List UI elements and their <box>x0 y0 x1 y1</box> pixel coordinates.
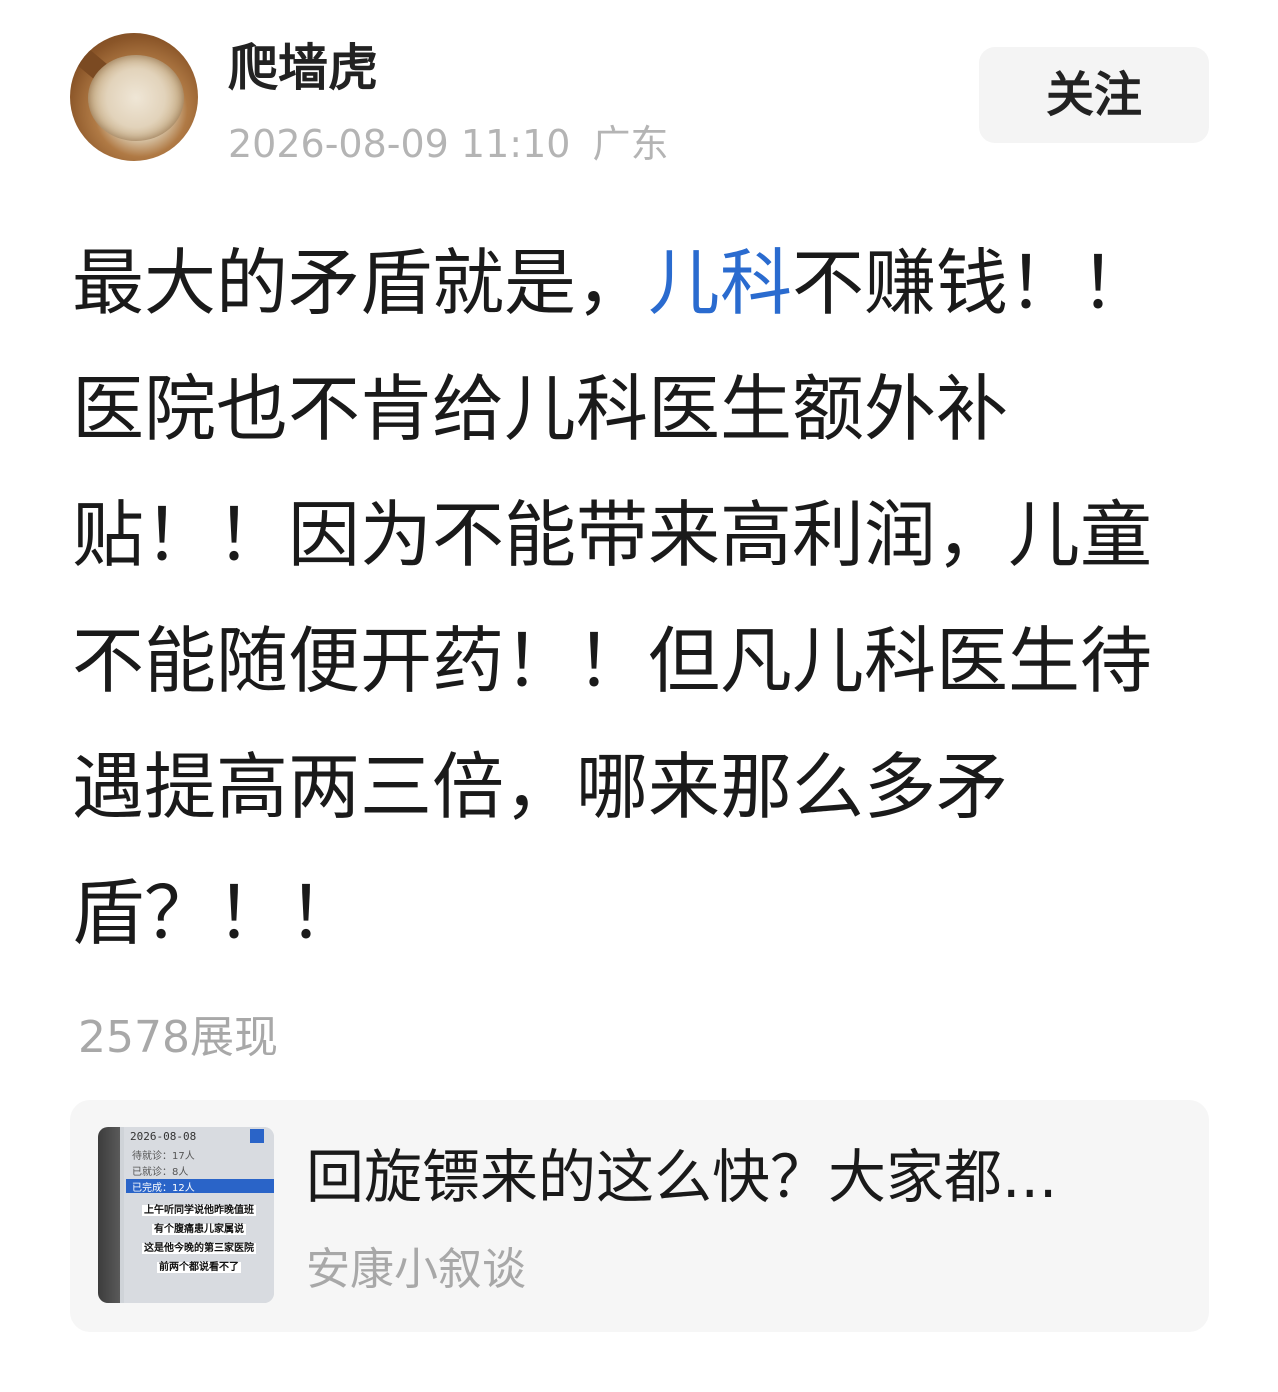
post-text-segment: 不赚钱！！ <box>792 241 1153 325</box>
post-line: 遇提高两三倍，哪来那么多矛 <box>72 745 1009 829</box>
spoon-powder-image <box>88 55 184 141</box>
follow-button[interactable]: 关注 <box>979 47 1209 143</box>
thumbnail-row: 待就诊：17人 <box>132 1151 195 1162</box>
thumbnail-caption-text: 上午听同学说他昨晚值班 <box>142 1205 256 1216</box>
thumbnail-caption-text: 这是他今晚的第三家医院 <box>142 1243 256 1254</box>
thumbnail-caption: 前两个都说看不了 <box>124 1258 274 1273</box>
post-text-segment: 最大的矛盾就是， <box>72 241 649 325</box>
article-thumbnail: 2026-08-08 待就诊：17人 已就诊：8人 已完成：12人 上午听同学说… <box>98 1127 274 1303</box>
thumbnail-caption: 这是他今晚的第三家医院 <box>124 1239 274 1254</box>
post-line: 医院也不肯给儿科医生额外补 <box>72 367 1009 451</box>
post-line: 盾？！！ <box>72 871 361 955</box>
card-source: 安康小叙谈 <box>306 1244 526 1295</box>
avatar[interactable] <box>70 33 198 161</box>
thumbnail-caption-text: 有个腹痛患儿家属说 <box>152 1224 246 1235</box>
post-line: 不能随便开药！！但凡儿科医生待 <box>72 619 1153 703</box>
post-meta: 2026-08-09 11:10 广东 <box>228 121 669 167</box>
post-line: 最大的矛盾就是，儿科不赚钱！！ <box>72 220 1192 346</box>
thumbnail-caption-text: 前两个都说看不了 <box>157 1262 241 1273</box>
thumbnail-caption: 有个腹痛患儿家属说 <box>124 1220 274 1235</box>
dropdown-icon <box>250 1129 264 1143</box>
thumbnail-date: 2026-08-08 <box>130 1130 197 1143</box>
post-location: 广东 <box>592 122 669 166</box>
view-count: 2578展现 <box>78 1012 278 1063</box>
linked-article-card[interactable]: 2026-08-08 待就诊：17人 已就诊：8人 已完成：12人 上午听同学说… <box>70 1100 1209 1332</box>
post-page: 爬墙虎 2026-08-09 11:10 广东 关注 最大的矛盾就是，儿科不赚钱… <box>0 0 1278 1392</box>
card-title[interactable]: 回旋镖来的这么快？大家都... <box>306 1142 1186 1212</box>
thumbnail-row: 已就诊：8人 <box>132 1167 189 1178</box>
author-name[interactable]: 爬墙虎 <box>228 38 378 98</box>
post-timestamp: 2026-08-09 11:10 <box>228 122 571 166</box>
topic-link[interactable]: 儿科 <box>648 241 792 325</box>
post-line: 贴！！因为不能带来高利润，儿童 <box>72 493 1153 577</box>
thumbnail-row: 已完成：12人 <box>126 1179 274 1194</box>
thumbnail-caption: 上午听同学说他昨晚值班 <box>124 1201 274 1216</box>
post-body: 最大的矛盾就是，儿科不赚钱！！ 医院也不肯给儿科医生额外补 贴！！因为不能带来高… <box>72 220 1192 976</box>
